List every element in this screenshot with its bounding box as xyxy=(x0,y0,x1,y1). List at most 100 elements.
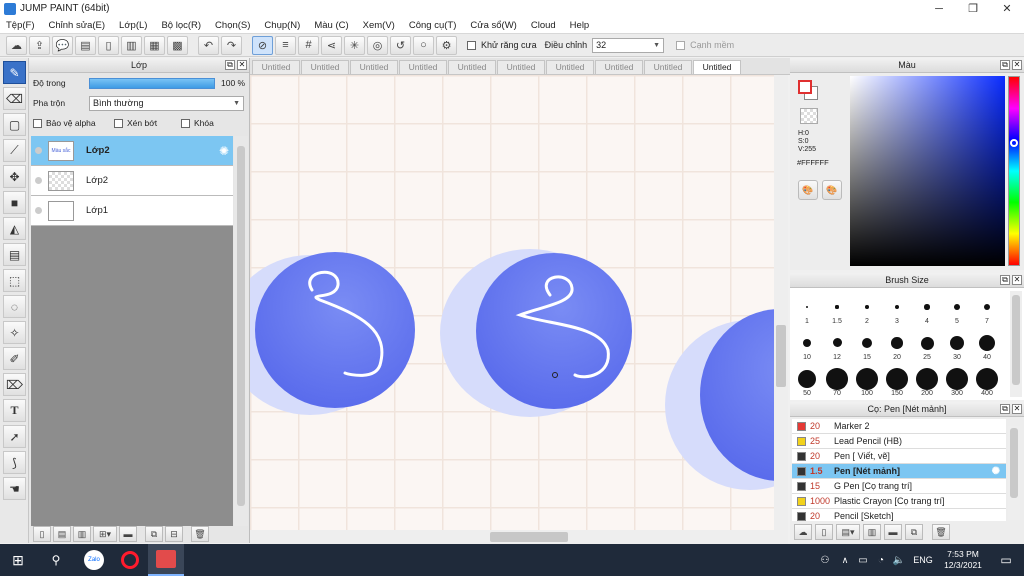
adjust-dropdown[interactable]: 32 ▼ xyxy=(592,37,665,53)
network-icon[interactable]: ◔ xyxy=(872,544,890,576)
brush-size-cell[interactable]: 20 xyxy=(882,325,912,361)
palette-icon[interactable]: 🎨 xyxy=(798,180,818,200)
panel-float-icon[interactable]: ⧉ xyxy=(225,60,235,70)
radial-snap-icon[interactable]: ✳ xyxy=(344,35,365,55)
text-tool-icon[interactable]: T xyxy=(3,399,26,422)
menu-color[interactable]: Màu (C) xyxy=(314,20,348,31)
primary-color-swatch[interactable] xyxy=(798,80,812,94)
page-icon[interactable]: ▯ xyxy=(98,35,119,55)
panel-close-icon[interactable]: ✕ xyxy=(1012,275,1022,285)
soft-edge-checkbox[interactable] xyxy=(676,40,686,50)
horizontal-scrollbar-thumb[interactable] xyxy=(490,532,568,542)
brush-size-cell[interactable]: 3 xyxy=(882,289,912,325)
cloud-brush-icon[interactable]: ☁ xyxy=(794,524,812,540)
no-snap-icon[interactable]: ⊘ xyxy=(252,35,273,55)
clipping-checkbox[interactable] xyxy=(114,118,123,128)
merge-layer-icon[interactable]: ⊟ xyxy=(165,526,183,542)
document-tab[interactable]: Untitled xyxy=(301,60,349,74)
brush-size-cell[interactable]: 70 xyxy=(822,361,852,397)
fill-rect-tool-icon[interactable]: ■ xyxy=(3,191,26,214)
brush-size-cell[interactable]: 1.5 xyxy=(822,289,852,325)
redo-icon[interactable]: ↷ xyxy=(221,35,242,55)
brush-size-scrollbar-thumb[interactable] xyxy=(1012,295,1020,385)
panel-close-icon[interactable]: ✕ xyxy=(237,60,247,70)
layer-item[interactable]: Lớp1 xyxy=(31,196,233,226)
layer-item[interactable]: Lớp2 xyxy=(31,166,233,196)
hand-tool-icon[interactable]: ☚ xyxy=(3,477,26,500)
brush-size-cell[interactable]: 200 xyxy=(912,361,942,397)
visibility-dot-icon[interactable] xyxy=(35,147,42,154)
minimize-button[interactable]: ─ xyxy=(922,3,956,15)
document-tab[interactable]: Untitled xyxy=(595,60,643,74)
brush-size-cell[interactable]: 300 xyxy=(942,361,972,397)
rectangle-tool-icon[interactable]: ▢ xyxy=(3,113,26,136)
color-swatches[interactable] xyxy=(798,80,820,102)
transparent-color-swatch[interactable] xyxy=(800,108,818,124)
new-8bit-layer-icon[interactable]: ▥ xyxy=(73,526,91,542)
gear-icon[interactable]: ✺ xyxy=(992,466,1000,477)
menu-help[interactable]: Help xyxy=(570,20,590,31)
protect-alpha-checkbox[interactable] xyxy=(33,118,42,128)
speech-bubble-icon[interactable]: 💬 xyxy=(52,35,73,55)
brush-list-item[interactable]: 25 Lead Pencil (HB) xyxy=(792,434,1006,449)
document-tab[interactable]: Untitled xyxy=(350,60,398,74)
canvas-drawing[interactable] xyxy=(250,75,774,530)
notification-icon[interactable]: ▭ xyxy=(988,544,1024,576)
brush-size-cell[interactable]: 40 xyxy=(972,325,1002,361)
antialias-checkbox[interactable] xyxy=(467,40,476,50)
grid-snap-icon[interactable]: # xyxy=(298,35,319,55)
curve-snap-icon[interactable]: ↺ xyxy=(390,35,411,55)
menu-window[interactable]: Cửa sổ(W) xyxy=(470,20,516,31)
brush-folder-icon[interactable]: ▬ xyxy=(884,524,902,540)
brush-size-cell[interactable]: 150 xyxy=(882,361,912,397)
undo-icon[interactable]: ↶ xyxy=(198,35,219,55)
menu-filter[interactable]: Bộ lọc(R) xyxy=(161,20,201,31)
brush-size-cell[interactable]: 1 xyxy=(792,289,822,325)
snap-settings-icon[interactable]: ⚙ xyxy=(436,35,457,55)
grid-check-icon[interactable]: ▩ xyxy=(167,35,188,55)
zalo-taskbar-button[interactable]: Zalo xyxy=(76,544,112,576)
brush-size-cell[interactable]: 25 xyxy=(912,325,942,361)
palette-picker-icon[interactable]: 🎨 xyxy=(822,180,842,200)
new-layer-icon[interactable]: ▯ xyxy=(33,526,51,542)
select-pen-tool-icon[interactable]: ✐ xyxy=(3,347,26,370)
brush-list-item[interactable]: 15 G Pen [Cọ trang trí] xyxy=(792,479,1006,494)
magic-wand-tool-icon[interactable]: ✧ xyxy=(3,321,26,344)
rect-select-tool-icon[interactable]: ⬚ xyxy=(3,269,26,292)
eyedropper-tool-icon[interactable]: ⟆ xyxy=(3,451,26,474)
brush-list-item[interactable]: 20 Pen [ Viết, vẽ] xyxy=(792,449,1006,464)
brush-size-cell[interactable]: 400 xyxy=(972,361,1002,397)
clock[interactable]: 7:53 PM 12/3/2021 xyxy=(938,544,988,576)
menu-file[interactable]: Tệp(F) xyxy=(6,20,35,31)
add-layer-menu-icon[interactable]: ⊞▾ xyxy=(93,526,117,542)
brush-size-scrollbar[interactable] xyxy=(1010,291,1022,397)
duplicate-brush-icon[interactable]: ⧉ xyxy=(905,524,923,540)
menu-edit[interactable]: Chỉnh sửa(E) xyxy=(49,20,106,31)
brush-list-item[interactable]: 1000 Plastic Crayon [Cọ trang trí] xyxy=(792,494,1006,509)
line-tool-icon[interactable]: ⟋ xyxy=(3,139,26,162)
bucket-tool-icon[interactable]: ◭ xyxy=(3,217,26,240)
brush-size-cell[interactable]: 15 xyxy=(852,325,882,361)
document-tab[interactable]: Untitled xyxy=(448,60,496,74)
gradient-tool-icon[interactable]: ▤ xyxy=(3,243,26,266)
document-tab[interactable]: Untitled xyxy=(497,60,545,74)
perspective-snap-icon[interactable]: ⋖ xyxy=(321,35,342,55)
visibility-dot-icon[interactable] xyxy=(35,177,42,184)
parallel-snap-icon[interactable]: ≡ xyxy=(275,35,296,55)
document-tab[interactable]: Untitled xyxy=(644,60,692,74)
comment-icon[interactable]: ▤ xyxy=(75,35,96,55)
opacity-slider[interactable] xyxy=(89,77,215,89)
add-brush-menu-icon[interactable]: ▤▾ xyxy=(836,524,860,540)
brush-size-cell[interactable]: 7 xyxy=(972,289,1002,325)
windows-start-icon[interactable]: ⊞ xyxy=(0,544,36,576)
lock-checkbox[interactable] xyxy=(181,118,190,128)
brush-list-scrollbar[interactable] xyxy=(1008,426,1020,520)
panel-float-icon[interactable]: ⧉ xyxy=(1000,404,1010,414)
brush-list-scrollbar-thumb[interactable] xyxy=(1010,428,1018,498)
panel-float-icon[interactable]: ⧉ xyxy=(1000,60,1010,70)
search-icon[interactable]: ⚲ xyxy=(36,544,76,576)
brush-list-item[interactable]: 20 Marker 2 xyxy=(792,419,1006,434)
move-tool-icon[interactable]: ✥ xyxy=(3,165,26,188)
pointer-tool-icon[interactable]: ➚ xyxy=(3,425,26,448)
panel-close-icon[interactable]: ✕ xyxy=(1012,404,1022,414)
